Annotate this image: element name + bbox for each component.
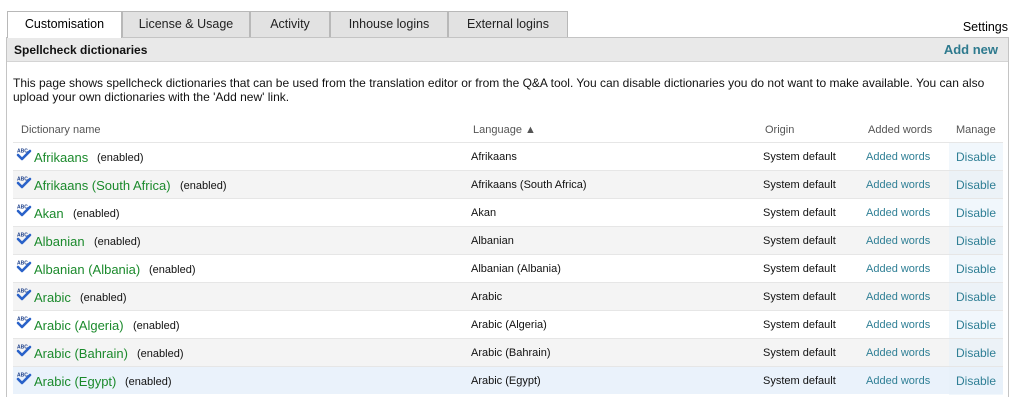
origin-cell: System default bbox=[763, 263, 836, 275]
added-words-link[interactable]: Added words bbox=[866, 283, 930, 311]
dictionary-name-link[interactable]: Akan bbox=[34, 199, 64, 229]
dictionary-table: Dictionary name Language ▲ Origin Added … bbox=[13, 118, 1003, 397]
dictionary-name-link[interactable]: Arabic (Egypt) bbox=[34, 367, 116, 397]
disable-button[interactable]: Disable bbox=[949, 255, 1003, 283]
dictionary-name-link[interactable]: Afrikaans (South Africa) bbox=[34, 171, 171, 201]
origin-cell: System default bbox=[763, 291, 836, 303]
table-header: Dictionary name Language ▲ Origin Added … bbox=[13, 118, 1003, 142]
spellcheck-panel: Spellcheck dictionaries Add new This pag… bbox=[6, 37, 1009, 397]
panel-description: This page shows spellcheck dictionaries … bbox=[13, 76, 985, 104]
dictionary-name-link[interactable]: Albanian (Albania) bbox=[34, 255, 140, 285]
origin-cell: System default bbox=[763, 207, 836, 219]
table-row: ABC Akan (enabled) Akan System default Added … bbox=[13, 198, 1003, 229]
language-cell: Afrikaans (South Africa) bbox=[471, 179, 587, 191]
disable-button[interactable]: Disable bbox=[949, 367, 1003, 395]
dictionary-name-link[interactable]: Afrikaans bbox=[34, 143, 88, 173]
tab-external-logins[interactable]: External logins bbox=[448, 11, 568, 37]
added-words-link[interactable]: Added words bbox=[866, 311, 930, 339]
origin-cell: System default bbox=[763, 235, 836, 247]
added-words-link[interactable]: Added words bbox=[866, 339, 930, 367]
origin-cell: System default bbox=[763, 151, 836, 163]
table-row: ABC Arabic (Bahrain) (enabled) Arabic (Bahr… bbox=[13, 338, 1003, 369]
origin-cell: System default bbox=[763, 375, 836, 387]
origin-cell: System default bbox=[763, 179, 836, 191]
table-row: ABC Arabic (Egypt) (enabled) Arabic (Egypt)… bbox=[13, 366, 1003, 397]
language-cell: Arabic (Egypt) bbox=[471, 375, 541, 387]
tab-customisation[interactable]: Customisation bbox=[7, 11, 122, 38]
tab-license-usage[interactable]: License & Usage bbox=[122, 11, 250, 37]
language-cell: Afrikaans bbox=[471, 151, 517, 163]
added-words-link[interactable]: Added words bbox=[866, 255, 930, 283]
abc-checkmark-icon: ABC bbox=[16, 289, 32, 301]
abc-checkmark-icon: ABC bbox=[16, 205, 32, 217]
language-cell: Arabic (Bahrain) bbox=[471, 347, 551, 359]
panel-header: Spellcheck dictionaries Add new bbox=[7, 38, 1008, 62]
language-cell: Albanian bbox=[471, 235, 514, 247]
disable-button[interactable]: Disable bbox=[949, 199, 1003, 227]
tab-activity[interactable]: Activity bbox=[250, 11, 330, 37]
origin-cell: System default bbox=[763, 347, 836, 359]
column-header-origin[interactable]: Origin bbox=[765, 124, 794, 136]
abc-checkmark-icon: ABC bbox=[16, 177, 32, 189]
dictionary-status: (enabled) bbox=[125, 376, 172, 388]
added-words-link[interactable]: Added words bbox=[866, 227, 930, 255]
language-cell: Albanian (Albania) bbox=[471, 263, 561, 275]
disable-button[interactable]: Disable bbox=[949, 283, 1003, 311]
added-words-link[interactable]: Added words bbox=[866, 171, 930, 199]
table-row: ABC Afrikaans (enabled) Afrikaans System def… bbox=[13, 142, 1003, 173]
language-cell: Arabic (Algeria) bbox=[471, 319, 547, 331]
table-row: ABC Afrikaans (South Africa) (enabled) Afri… bbox=[13, 170, 1003, 201]
table-row: ABC Albanian (Albania) (enabled) Albanian (… bbox=[13, 254, 1003, 285]
dictionary-name-link[interactable]: Arabic (Bahrain) bbox=[34, 339, 128, 369]
dictionary-name-link[interactable]: Albanian bbox=[34, 227, 85, 257]
abc-checkmark-icon: ABC bbox=[16, 261, 32, 273]
origin-cell: System default bbox=[763, 319, 836, 331]
disable-button[interactable]: Disable bbox=[949, 339, 1003, 367]
table-row: ABC Arabic (Algeria) (enabled) Arabic (Alge… bbox=[13, 310, 1003, 341]
abc-checkmark-icon: ABC bbox=[16, 233, 32, 245]
add-new-link[interactable]: Add new bbox=[944, 42, 998, 57]
language-cell: Arabic bbox=[471, 291, 503, 303]
panel-title: Spellcheck dictionaries bbox=[14, 43, 148, 57]
language-cell: Akan bbox=[471, 207, 497, 219]
table-row: ABC Albanian (enabled) Albanian System defau… bbox=[13, 226, 1003, 257]
dictionary-name-link[interactable]: Arabic bbox=[34, 283, 71, 313]
abc-checkmark-icon: ABC bbox=[16, 317, 32, 329]
added-words-link[interactable]: Added words bbox=[866, 199, 930, 227]
disable-button[interactable]: Disable bbox=[949, 227, 1003, 255]
column-header-name[interactable]: Dictionary name bbox=[21, 124, 100, 136]
disable-button[interactable]: Disable bbox=[949, 171, 1003, 199]
column-header-language[interactable]: Language ▲ bbox=[473, 124, 536, 136]
tab-bar: Customisation License & Usage Activity I… bbox=[0, 0, 1014, 38]
added-words-link[interactable]: Added words bbox=[866, 367, 930, 395]
added-words-link[interactable]: Added words bbox=[866, 143, 930, 171]
settings-link[interactable]: Settings bbox=[963, 20, 1008, 34]
disable-button[interactable]: Disable bbox=[949, 143, 1003, 171]
abc-checkmark-icon: ABC bbox=[16, 149, 32, 161]
disable-button[interactable]: Disable bbox=[949, 311, 1003, 339]
abc-checkmark-icon: ABC bbox=[16, 345, 32, 357]
table-body: ABC Afrikaans (enabled) Afrikaans System def… bbox=[13, 142, 1003, 397]
abc-checkmark-icon: ABC bbox=[16, 373, 32, 385]
column-header-added-words: Added words bbox=[868, 124, 933, 136]
table-row: ABC Arabic (enabled) Arabic System default Ad… bbox=[13, 282, 1003, 313]
dictionary-name-link[interactable]: Arabic (Algeria) bbox=[34, 311, 124, 341]
tab-inhouse-logins[interactable]: Inhouse logins bbox=[330, 11, 448, 37]
column-header-manage: Manage bbox=[956, 124, 996, 136]
